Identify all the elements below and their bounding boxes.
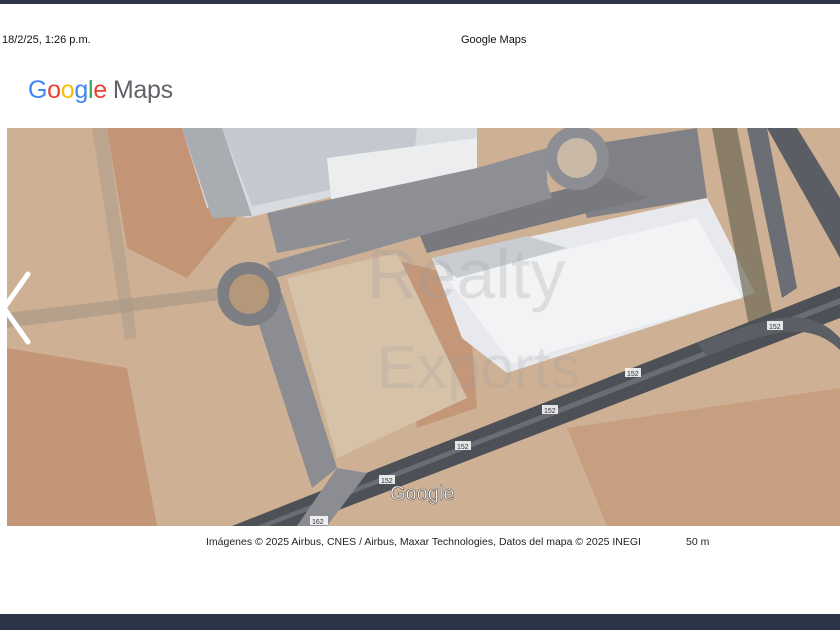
road-label: 162 <box>310 516 328 526</box>
chevron-left-icon <box>1 271 31 345</box>
map-attribution: Imágenes © 2025 Airbus, CNES / Airbus, M… <box>206 536 641 548</box>
road-label-text: 152 <box>769 324 781 331</box>
google-maps-logo: Google Maps <box>28 76 173 104</box>
road-label: 152 <box>625 368 641 378</box>
bottom-bar <box>0 614 840 630</box>
road-label-text: 162 <box>312 519 324 526</box>
print-datetime: 18/2/25, 1:26 p.m. <box>2 34 91 46</box>
print-title: Google Maps <box>461 34 527 46</box>
road-label: 152 <box>455 441 471 451</box>
google-watermark: Google <box>390 483 455 505</box>
map-scale: 50 m <box>686 536 710 548</box>
satellite-map[interactable]: Realty Exports 152 152 152 152 152 162 G… <box>7 128 840 526</box>
road-label: 152 <box>767 321 783 331</box>
road-label: 152 <box>542 405 558 415</box>
road-label-text: 152 <box>544 408 556 415</box>
svg-text:Realty: Realty <box>367 235 565 313</box>
road-label-text: 152 <box>627 371 639 378</box>
svg-text:Exports: Exports <box>377 334 580 401</box>
previous-image-button[interactable] <box>0 268 34 348</box>
road-label-text: 152 <box>457 444 469 451</box>
